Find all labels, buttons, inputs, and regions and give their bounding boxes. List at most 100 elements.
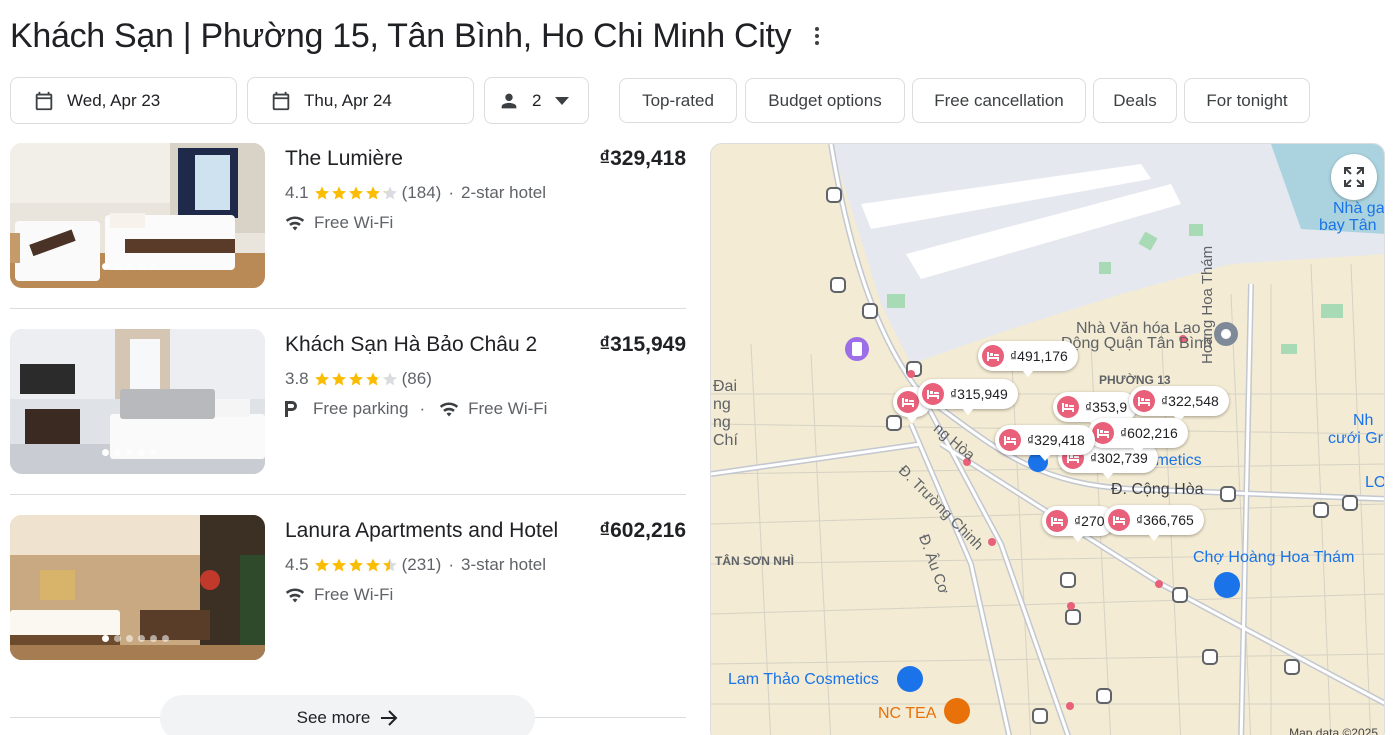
map-price-pin[interactable]: ₫315,949 [918, 379, 1018, 415]
separator: · [448, 555, 454, 574]
map-label: PHƯỜNG 13 [1099, 373, 1171, 387]
pin-price: ₫322,548 [1161, 393, 1219, 409]
map-label: ng [713, 414, 731, 431]
search-controls: Wed, Apr 23 Thu, Apr 24 2 Top-rated Budg… [0, 77, 1394, 125]
review-count: (231) [401, 555, 442, 574]
star-rating [314, 371, 398, 387]
review-count: (184) [401, 183, 442, 202]
parking-icon [285, 401, 297, 417]
hotel-price: ₫602,216 [599, 519, 686, 542]
amenities-row: Free Wi-Fi [285, 213, 393, 233]
map-price-pin[interactable]: ₫491,176 [978, 341, 1078, 377]
map-price-pin[interactable]: ₫366,765 [1104, 505, 1204, 541]
filter-deals[interactable]: Deals [1093, 78, 1177, 123]
hotel-bed-icon [982, 345, 1004, 367]
hotel-class: 2-star hotel [461, 183, 547, 202]
pin-price: ₫329,418 [1027, 432, 1085, 448]
guests-dropdown[interactable]: 2 [484, 77, 589, 124]
photo-carousel-dots [102, 449, 157, 456]
map-label: LO [1365, 474, 1385, 491]
rating-row: 3.8 (86) [285, 369, 432, 389]
hotel-name[interactable]: Khách Sạn Hà Bảo Châu 2 [285, 333, 537, 357]
review-count: (86) [401, 369, 432, 388]
map-label: Động Quận Tân Bình [1061, 335, 1212, 352]
star-icon [331, 186, 346, 200]
hotel-price: ₫315,949 [599, 333, 686, 356]
rating-value: 4.5 [285, 555, 309, 574]
person-icon [501, 93, 517, 108]
check-out-field[interactable]: Thu, Apr 24 [247, 77, 474, 124]
star-icon [365, 372, 380, 386]
map-label: Nh [1353, 412, 1374, 429]
map-label: Nhà ga [1333, 200, 1385, 217]
star-icon [382, 558, 397, 572]
map-label: Lam Thảo Cosmetics [728, 671, 879, 688]
filter-budget-options[interactable]: Budget options [745, 78, 905, 123]
pin-price: ₫366,765 [1136, 512, 1194, 528]
hotel-card[interactable]: Khách Sạn Hà Bảo Châu 2 ₫315,949 3.8 (86… [10, 329, 686, 474]
star-icon [348, 558, 363, 572]
filter-top-rated[interactable]: Top-rated [619, 78, 737, 123]
star-rating [314, 185, 398, 201]
hotel-photo[interactable] [10, 143, 265, 288]
more-options-button[interactable] [809, 21, 825, 51]
hotel-card[interactable]: The Lumière ₫329,418 4.1 (184) · 2-star … [10, 143, 686, 288]
map-label: Hoàng Hoa Thám [1199, 245, 1216, 364]
map-label: Chí [713, 432, 738, 449]
pin-price: ₫270 [1074, 513, 1105, 529]
hotel-photo[interactable] [10, 515, 265, 660]
check-in-field[interactable]: Wed, Apr 23 [10, 77, 237, 124]
map-label: ng [713, 396, 731, 413]
map-label: NC TEA [878, 705, 937, 722]
map-label: Đai [713, 378, 738, 395]
hotel-name[interactable]: The Lumière [285, 147, 403, 171]
map-label: cưới Gr [1328, 430, 1383, 447]
map[interactable]: Nhà ga bay Tân Nhà Văn hóa Lao Động Quận… [710, 143, 1385, 735]
separator: · [419, 399, 426, 418]
map-attribution: Map data ©2025 [1289, 726, 1378, 735]
amenity-wifi: Free Wi-Fi [314, 585, 394, 604]
amenity-wifi: Free Wi-Fi [314, 213, 394, 232]
star-icon [314, 372, 329, 386]
hotel-class: 3-star hotel [461, 555, 547, 574]
star-icon [382, 372, 397, 386]
amenities-row: Free parking · Free Wi-Fi [285, 399, 547, 419]
separator: · [448, 183, 454, 202]
wifi-icon [439, 402, 459, 417]
title-row: Khách Sạn | Phường 15, Tân Bình, Ho Chi … [10, 14, 825, 58]
hotel-photo[interactable] [10, 329, 265, 474]
star-icon [331, 372, 346, 386]
star-rating [314, 557, 398, 573]
map-price-pin[interactable]: ₫602,216 [1088, 418, 1188, 454]
check-in-label: Wed, Apr 23 [67, 90, 161, 110]
star-icon [314, 558, 329, 572]
map-label: TÂN SƠN NHÌ [715, 554, 794, 568]
hotel-name[interactable]: Lanura Apartments and Hotel [285, 519, 558, 543]
see-more-button[interactable]: See more [160, 695, 535, 735]
star-icon [331, 558, 346, 572]
star-icon [365, 558, 380, 572]
filter-for-tonight[interactable]: For tonight [1184, 78, 1310, 123]
arrow-right-icon [381, 710, 398, 726]
fullscreen-button[interactable] [1331, 154, 1377, 200]
hotel-bed-icon [1108, 509, 1130, 531]
wifi-icon [285, 216, 305, 231]
pin-price: ₫315,949 [950, 386, 1008, 402]
map-price-pin[interactable]: ₫329,418 [995, 425, 1095, 461]
guests-count: 2 [532, 90, 542, 110]
map-label: bay Tân [1319, 217, 1377, 234]
page-title: Khách Sạn | Phường 15, Tân Bình, Ho Chi … [10, 16, 792, 55]
map-price-pin[interactable]: ₫322,548 [1129, 386, 1229, 422]
see-more-label: See more [296, 708, 371, 727]
divider [10, 308, 686, 309]
check-out-label: Thu, Apr 24 [304, 90, 392, 110]
calendar-icon [272, 91, 290, 110]
rating-row: 4.5 (231) · 3-star hotel [285, 555, 546, 575]
amenity-wifi: Free Wi-Fi [468, 399, 548, 418]
rating-value: 3.8 [285, 369, 309, 388]
star-icon [365, 186, 380, 200]
star-icon [314, 186, 329, 200]
filter-free-cancellation[interactable]: Free cancellation [912, 78, 1086, 123]
hotel-card[interactable]: Lanura Apartments and Hotel ₫602,216 4.5… [10, 515, 686, 660]
pin-price: ₫491,176 [1010, 348, 1068, 364]
